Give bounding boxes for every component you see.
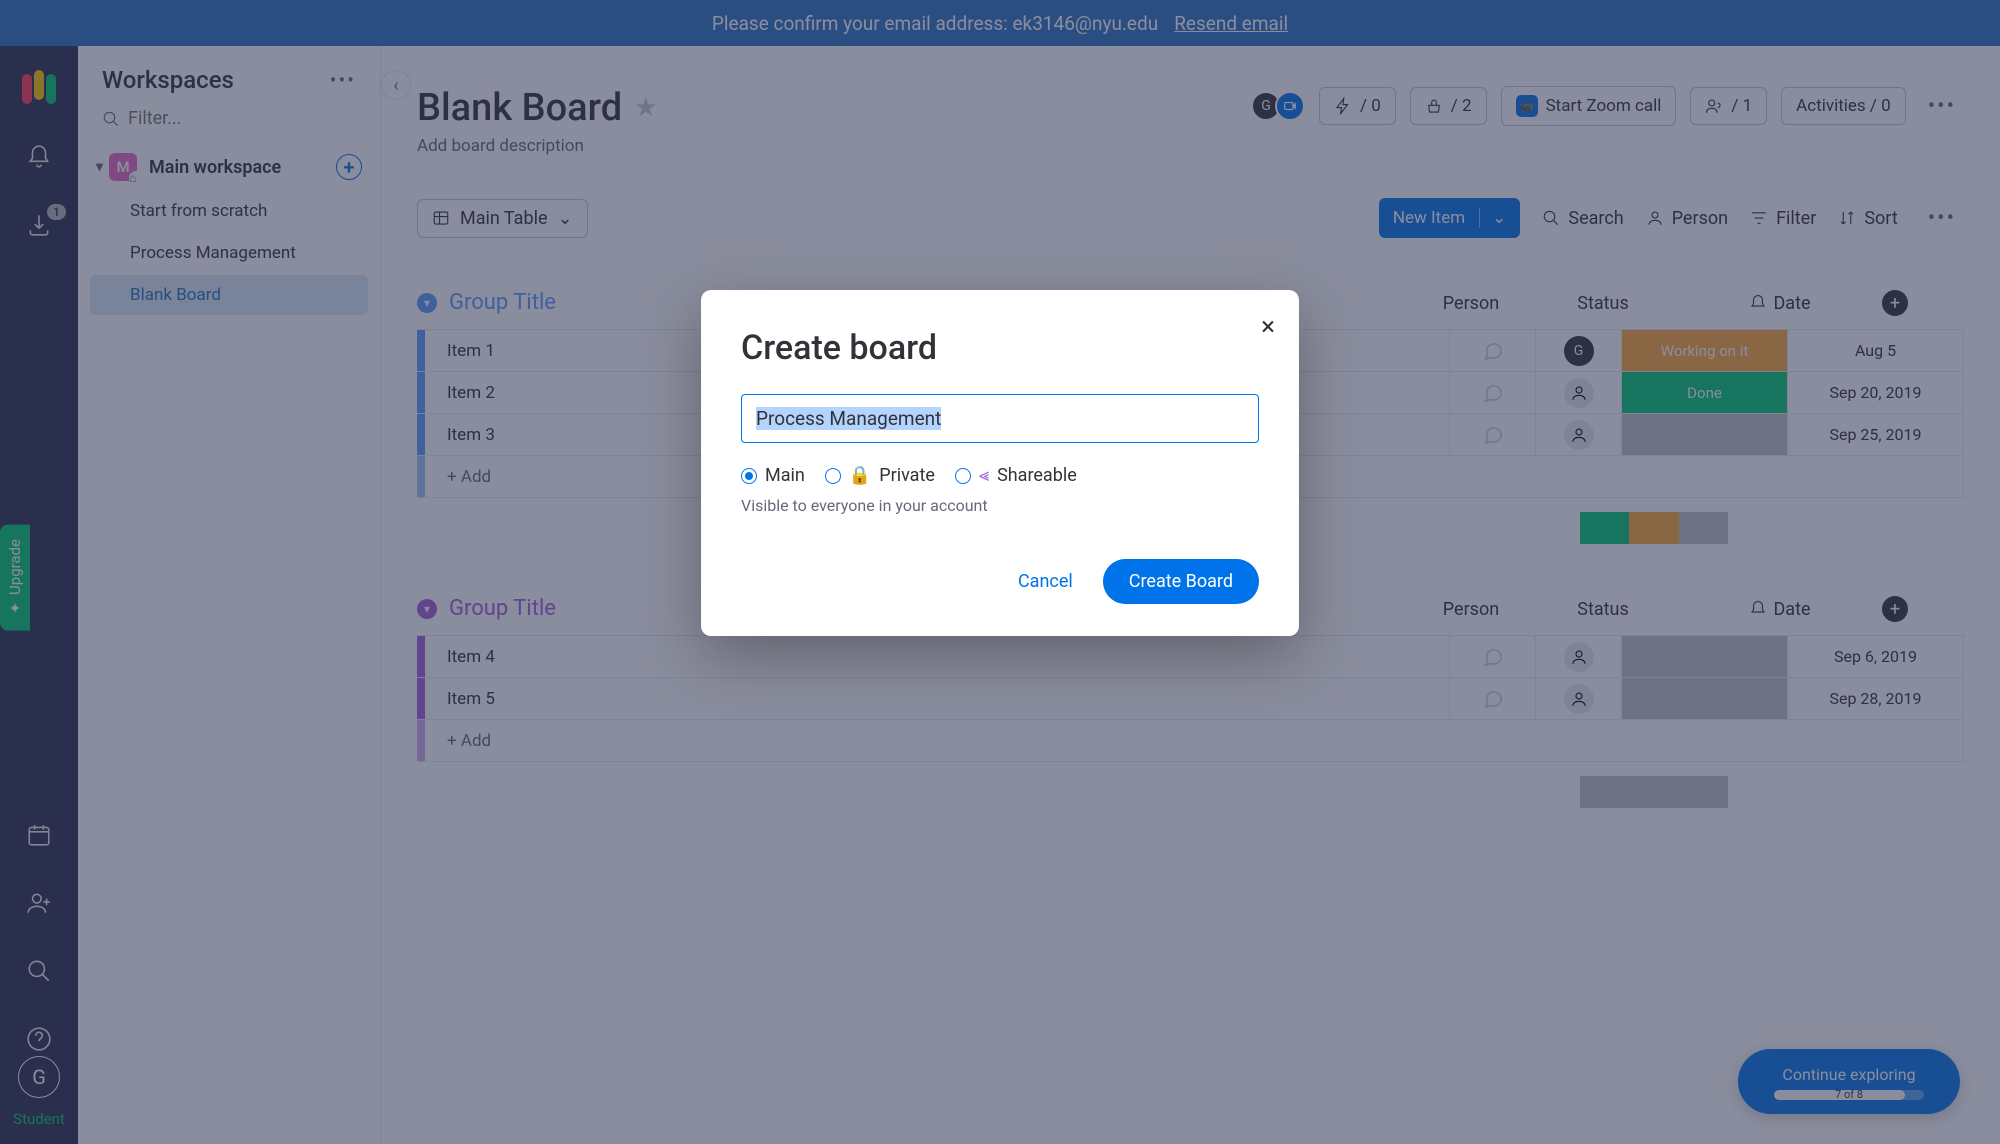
share-icon: ⪡ — [979, 465, 989, 486]
create-board-button[interactable]: Create Board — [1103, 559, 1259, 604]
radio-shareable[interactable]: ⪡Shareable — [955, 465, 1077, 486]
radio-main[interactable]: Main — [741, 465, 805, 486]
lock-icon: 🔒 — [849, 465, 871, 486]
board-name-input[interactable] — [741, 394, 1259, 443]
radio-icon — [825, 468, 841, 484]
cancel-button[interactable]: Cancel — [998, 559, 1093, 604]
radio-icon — [955, 468, 971, 484]
modal-help-text: Visible to everyone in your account — [741, 496, 1259, 515]
radio-private[interactable]: 🔒Private — [825, 465, 935, 486]
board-type-radios: Main 🔒Private ⪡Shareable — [741, 465, 1259, 486]
create-board-modal: × Create board Main 🔒Private ⪡Shareable … — [701, 290, 1299, 636]
close-icon[interactable]: × — [1261, 312, 1275, 342]
modal-title: Create board — [741, 328, 1259, 368]
radio-selected-icon — [741, 468, 757, 484]
